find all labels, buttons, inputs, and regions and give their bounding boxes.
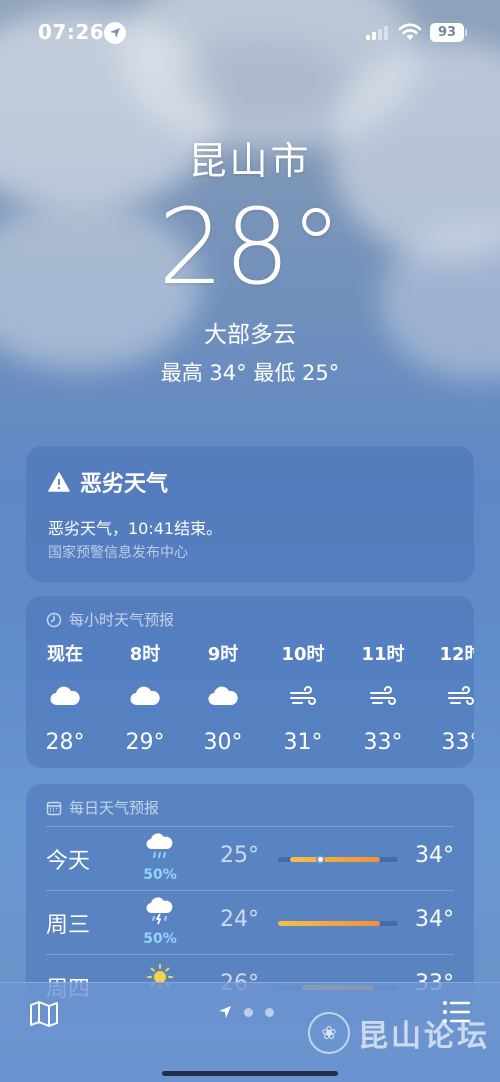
- current-weather: 昆山市 28° 大部多云 最高 34° 最低 25°: [0, 130, 500, 387]
- hour-temperature: 28°: [45, 730, 85, 755]
- cloud-rain-icon: [142, 833, 178, 865]
- daily-forecast-title: 每日天气预报: [69, 799, 160, 817]
- current-temperature: 28°: [157, 186, 343, 308]
- severe-weather-alert-card[interactable]: 恶劣天气 恶劣天气，10:41结束。 国家预警信息发布中心: [26, 446, 474, 582]
- battery-icon: 93: [430, 23, 464, 42]
- hour-item: 10时 31°: [268, 640, 338, 755]
- hour-item: 12时 33°: [426, 640, 474, 755]
- hour-item: 9时 30°: [188, 640, 258, 755]
- page-indicator[interactable]: [218, 1005, 274, 1019]
- alert-body: 恶劣天气，10:41结束。: [48, 519, 223, 538]
- hour-time: 8时: [129, 644, 161, 665]
- hour-time: 10时: [281, 644, 325, 665]
- precipitation-chance: 50%: [143, 931, 177, 947]
- day-row-today[interactable]: 今天 50% 25° 34°: [46, 826, 454, 890]
- home-indicator: [162, 1071, 338, 1076]
- bottom-toolbar: ❀ 昆山论坛: [0, 982, 500, 1082]
- current-temperature-dot: [316, 855, 325, 864]
- cloud-icon: [30, 676, 100, 716]
- hour-temperature: 30°: [203, 730, 243, 755]
- daily-forecast-header: 每日天气预报: [46, 797, 159, 818]
- watermark-logo-icon: ❀: [308, 1012, 350, 1054]
- day-name: 周三: [46, 913, 91, 938]
- day-high: 34°: [415, 843, 454, 868]
- alert-title: 恶劣天气: [48, 466, 168, 498]
- status-time: 07:26: [38, 20, 105, 44]
- day-low: 24°: [220, 907, 259, 932]
- city-name: 昆山市: [188, 139, 312, 183]
- hour-time: 9时: [207, 644, 239, 665]
- hour-time: 11时: [361, 644, 405, 665]
- status-bar: 07:26 93: [0, 0, 500, 64]
- alert-title-text: 恶劣天气: [80, 472, 169, 497]
- day-row-wednesday[interactable]: 周三 50% 24° 34°: [46, 890, 454, 954]
- wind-icon: [348, 676, 418, 716]
- hour-temperature: 33°: [363, 730, 403, 755]
- city-list-icon[interactable]: [441, 999, 471, 1025]
- hourly-forecast-header: 每小时天气预报: [46, 609, 174, 630]
- hour-temperature: 29°: [125, 730, 165, 755]
- wifi-icon: [398, 23, 422, 40]
- location-arrow-icon: [104, 22, 126, 44]
- cellular-signal-icon: [366, 26, 392, 40]
- alert-source: 国家预警信息发布中心: [48, 545, 188, 561]
- hourly-forecast-title: 每小时天气预报: [69, 611, 175, 629]
- battery-tip: [465, 29, 467, 36]
- warning-icon: [48, 472, 70, 492]
- high-low-temperature: 最高 34° 最低 25°: [160, 361, 340, 385]
- hour-temperature: 31°: [283, 730, 323, 755]
- hour-time: 12时: [439, 644, 474, 665]
- wind-icon: [426, 676, 474, 716]
- precipitation-chance: 50%: [143, 867, 177, 883]
- hour-item: 11时 33°: [348, 640, 418, 755]
- temperature-range-bar: [278, 921, 398, 926]
- page-dot[interactable]: [244, 1007, 253, 1017]
- thunderstorm-icon: [142, 897, 178, 929]
- clock-icon: [46, 612, 62, 627]
- temperature-range-fill: [278, 921, 380, 926]
- hour-temperature: 33°: [441, 730, 475, 755]
- hour-item: 8时 29°: [110, 640, 180, 755]
- map-icon[interactable]: [28, 999, 60, 1029]
- day-low: 25°: [220, 843, 259, 868]
- temperature-range-bar: [278, 855, 398, 864]
- calendar-icon: [46, 801, 62, 815]
- cloud-icon: [110, 676, 180, 716]
- weather-condition: 大部多云: [204, 322, 296, 348]
- hour-time: 现在: [47, 644, 83, 665]
- hourly-forecast-card[interactable]: 每小时天气预报 现在 28° 8时 29° 9时 30° 10时 31° 11时…: [26, 596, 474, 768]
- cloud-icon: [188, 676, 258, 716]
- hourly-list[interactable]: 现在 28° 8时 29° 9时 30° 10时 31° 11时 33° 12时…: [26, 640, 475, 760]
- temperature-range-fill: [290, 857, 380, 862]
- hour-item: 现在 28°: [30, 640, 100, 755]
- page-dot[interactable]: [265, 1007, 274, 1017]
- day-high: 34°: [415, 907, 454, 932]
- day-name: 今天: [46, 849, 91, 874]
- wind-icon: [268, 676, 338, 716]
- current-location-icon[interactable]: [218, 1005, 232, 1019]
